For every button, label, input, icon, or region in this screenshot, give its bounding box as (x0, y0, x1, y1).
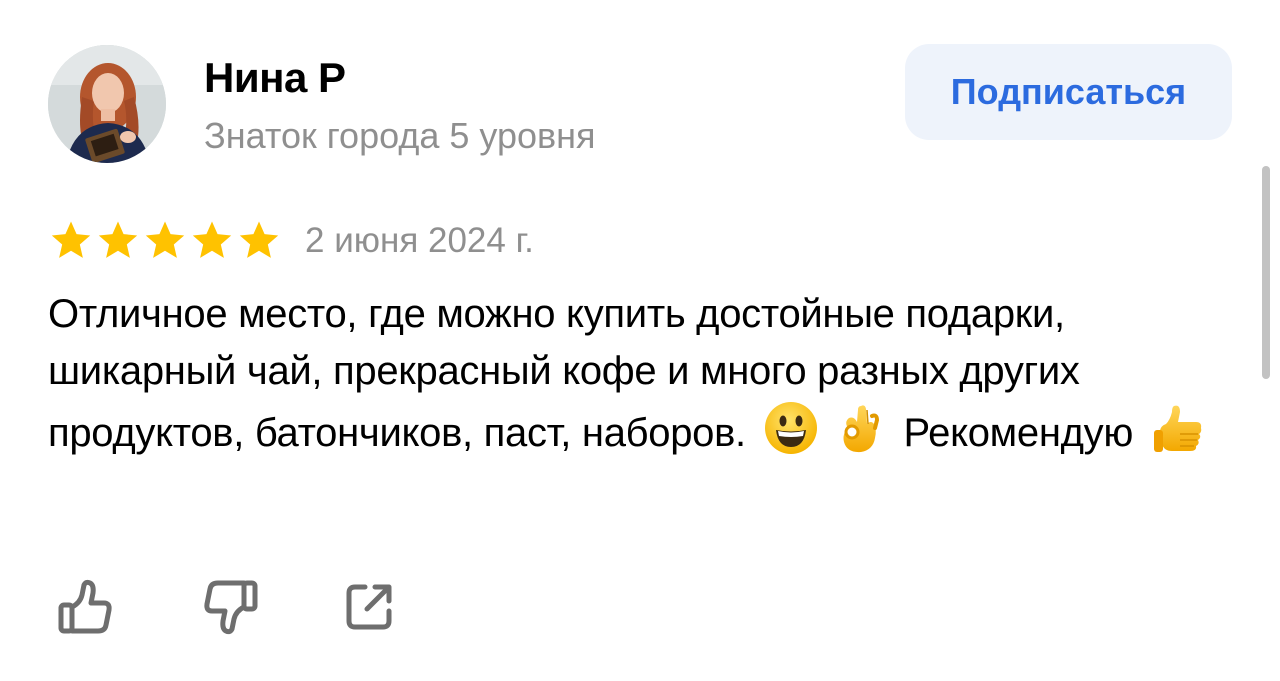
thumbs-up-emoji (1150, 400, 1206, 456)
grinning-face-emoji (763, 400, 819, 456)
dislike-button[interactable] (196, 572, 266, 642)
like-button[interactable] (50, 572, 120, 642)
star-icon (145, 221, 185, 258)
subscribe-button[interactable]: Подписаться (905, 44, 1232, 140)
rating-stars (48, 218, 282, 264)
author-level: Знаток города 5 уровня (204, 115, 596, 156)
subscribe-button-label: Подписаться (950, 71, 1187, 112)
star-icon (239, 221, 279, 258)
review-text-tail: Рекомендую (903, 411, 1134, 455)
avatar-photo (48, 45, 166, 163)
thumbs-up-outline-icon (58, 579, 112, 634)
ok-hand-emoji (831, 400, 887, 456)
share-icon (346, 584, 392, 630)
star-icon (192, 221, 232, 258)
review-date: 2 июня 2024 г. (305, 221, 534, 260)
review-text: Отличное место, где можно купить достойн… (48, 286, 1218, 462)
avatar[interactable] (48, 45, 166, 163)
scrollbar[interactable] (1262, 166, 1270, 379)
rating: 2 июня 2024 г. (48, 217, 534, 265)
review-card: Нина Р Знаток города 5 уровня Подписатьс… (0, 0, 1280, 681)
author-name[interactable]: Нина Р (204, 52, 346, 104)
star-icon (51, 221, 91, 258)
share-button[interactable] (334, 572, 404, 642)
thumbs-down-outline-icon (204, 580, 258, 635)
star-icon (98, 221, 138, 258)
